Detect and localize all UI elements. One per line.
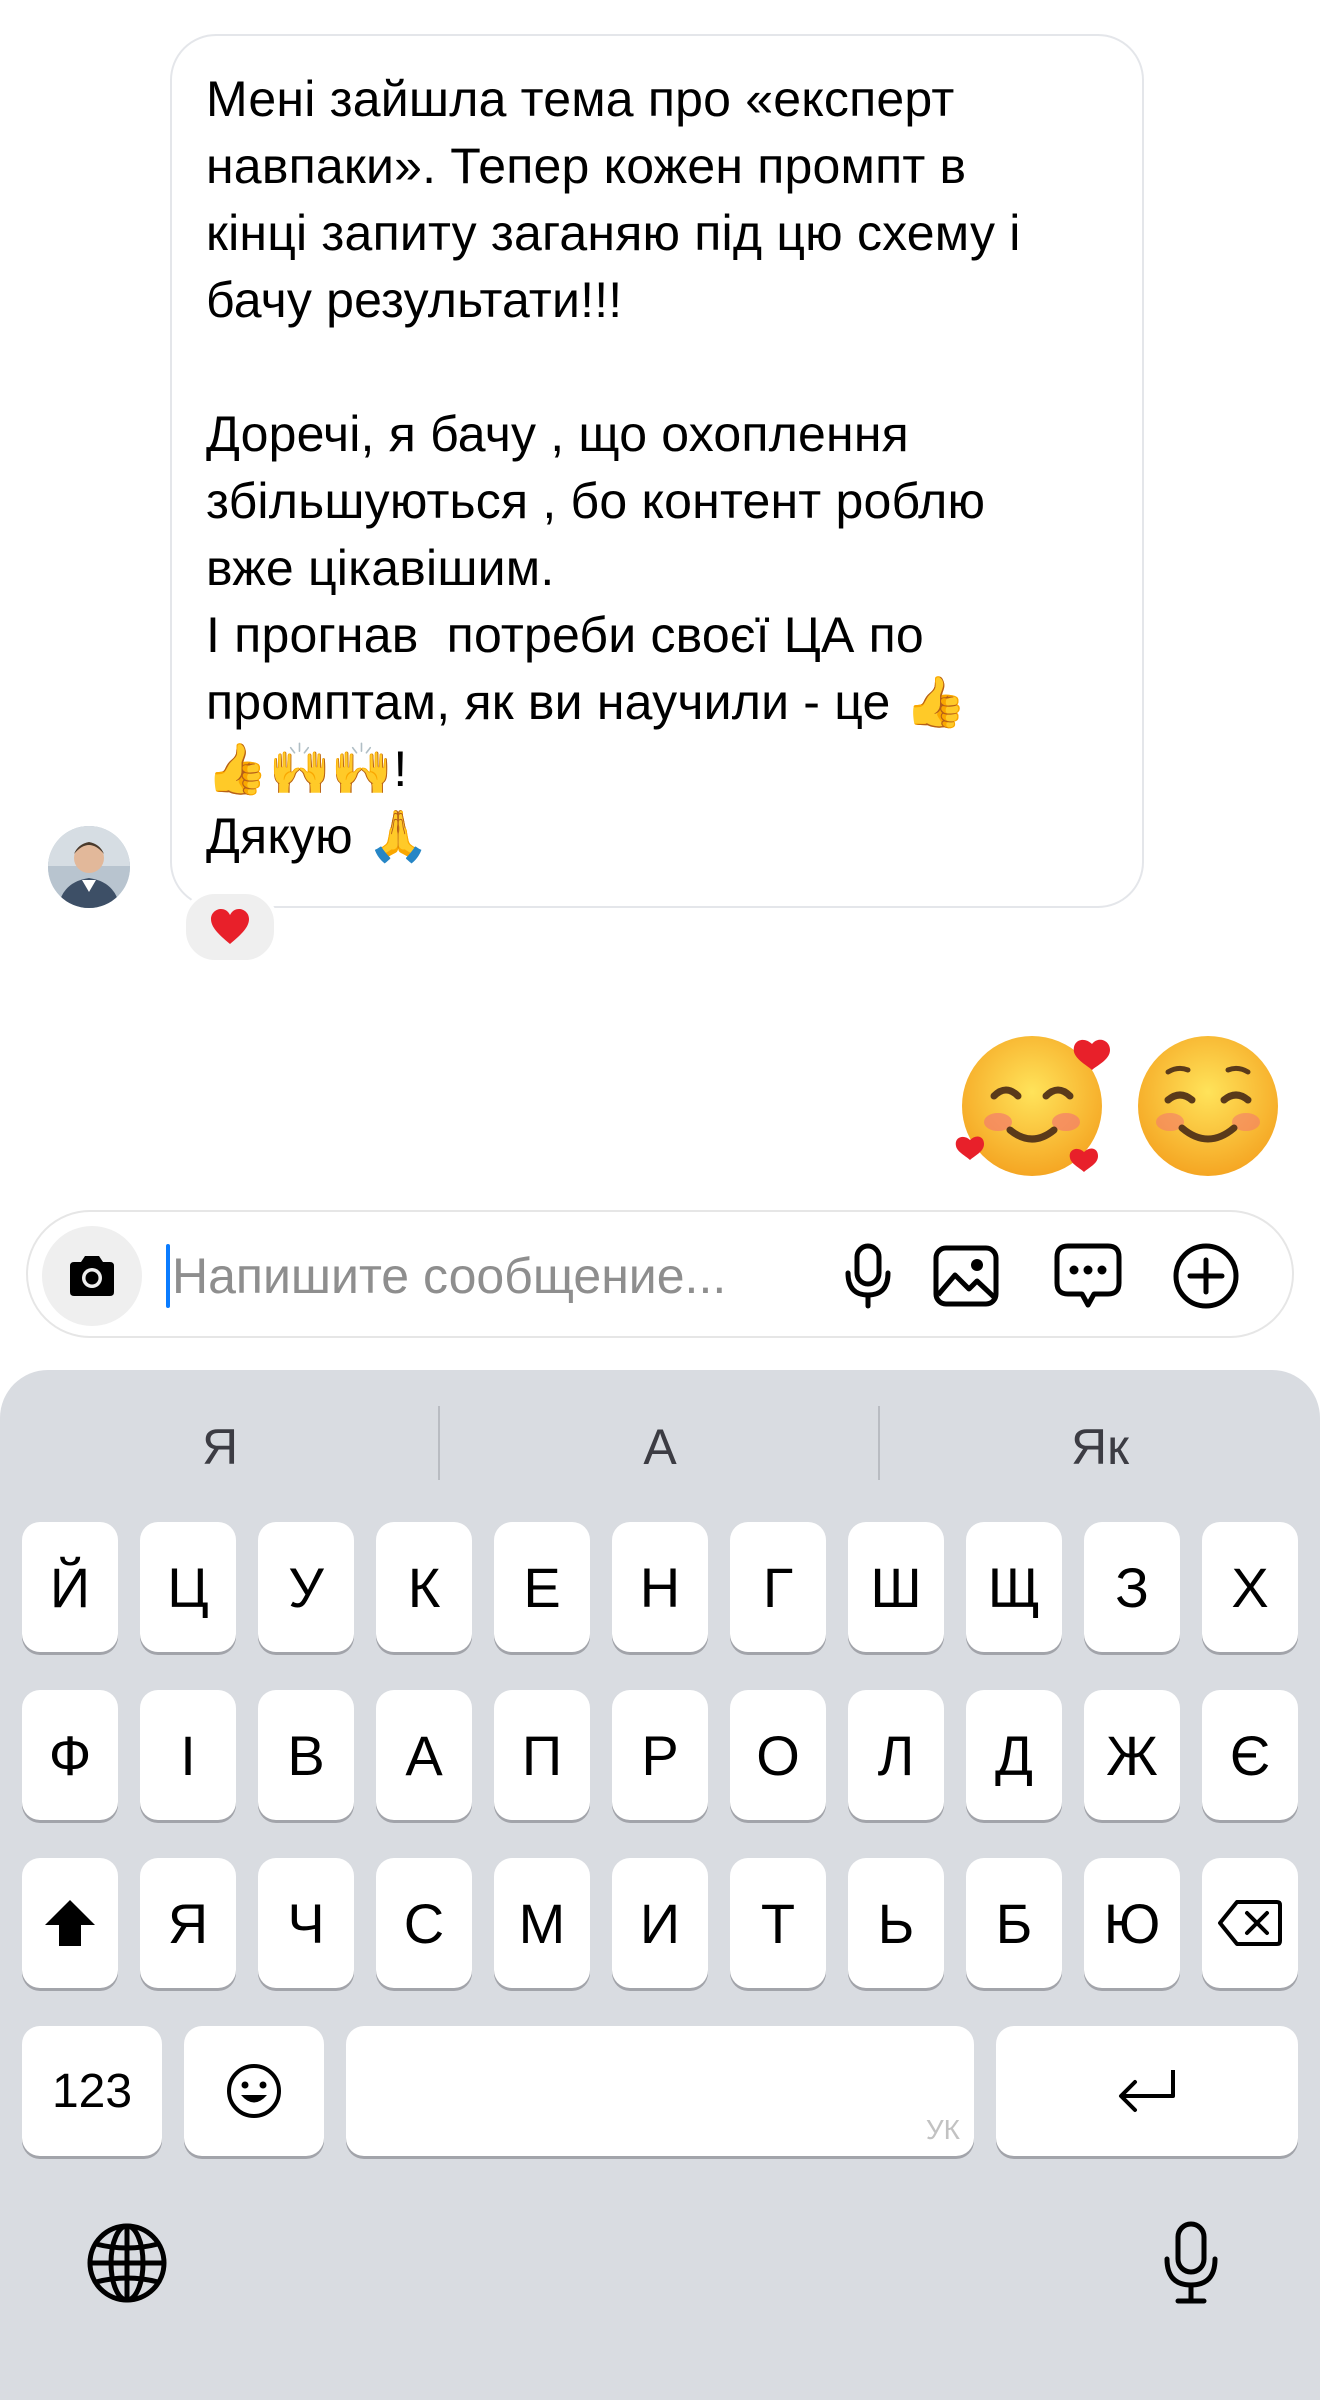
heart-reaction[interactable] bbox=[182, 890, 278, 964]
camera-icon bbox=[70, 1256, 114, 1296]
voice-message-button[interactable] bbox=[828, 1236, 908, 1316]
key[interactable]: Ш bbox=[848, 1522, 944, 1652]
dictation-button[interactable] bbox=[1146, 2218, 1236, 2308]
message-text: Мені зайшла тема про «експерт навпаки». … bbox=[206, 71, 1021, 864]
keyboard: Я А Як Й Ц У К Е Н Г Ш Щ З Х Ф І В А П Р… bbox=[0, 1370, 1320, 2400]
shift-key[interactable] bbox=[22, 1858, 118, 1988]
key[interactable]: Ю bbox=[1084, 1858, 1180, 1988]
key[interactable]: О bbox=[730, 1690, 826, 1820]
key[interactable]: И bbox=[612, 1858, 708, 1988]
keyboard-language-label: УК bbox=[925, 2114, 960, 2145]
backspace-key[interactable] bbox=[1202, 1858, 1298, 1988]
key[interactable]: Д bbox=[966, 1690, 1062, 1820]
text-cursor bbox=[166, 1244, 170, 1308]
gallery-icon bbox=[933, 1245, 999, 1307]
microphone-icon bbox=[1164, 2221, 1218, 2304]
smiling-face-with-hearts-emoji[interactable] bbox=[952, 1022, 1112, 1182]
backspace-icon bbox=[1218, 1900, 1282, 1946]
key[interactable]: Н bbox=[612, 1522, 708, 1652]
key[interactable]: Е bbox=[494, 1522, 590, 1652]
sender-avatar[interactable] bbox=[48, 826, 130, 908]
incoming-message-bubble[interactable]: Мені зайшла тема про «експерт навпаки». … bbox=[170, 34, 1144, 908]
return-icon bbox=[1119, 2070, 1175, 2112]
space-key[interactable]: УК bbox=[346, 2026, 974, 2156]
key[interactable]: І bbox=[140, 1690, 236, 1820]
emoji-key[interactable] bbox=[184, 2026, 324, 2156]
camera-button[interactable] bbox=[42, 1226, 142, 1326]
key[interactable]: У bbox=[258, 1522, 354, 1652]
key[interactable]: Р bbox=[612, 1690, 708, 1820]
sticker-icon bbox=[1054, 1243, 1122, 1308]
key[interactable]: А bbox=[376, 1690, 472, 1820]
message-composer: Напишите сообщение... bbox=[26, 1210, 1294, 1338]
key[interactable]: М bbox=[494, 1858, 590, 1988]
more-options-button[interactable] bbox=[1166, 1236, 1246, 1316]
gallery-button[interactable] bbox=[926, 1236, 1006, 1316]
globe-icon bbox=[87, 2223, 167, 2303]
suggestion-3[interactable]: Як bbox=[880, 1418, 1320, 1476]
key[interactable]: Х bbox=[1202, 1522, 1298, 1652]
key[interactable]: Ц bbox=[140, 1522, 236, 1652]
key[interactable]: Ь bbox=[848, 1858, 944, 1988]
numbers-key[interactable]: 123 bbox=[22, 2026, 162, 2156]
message-input[interactable]: Напишите сообщение... bbox=[172, 1246, 726, 1306]
key[interactable]: С bbox=[376, 1858, 472, 1988]
emoji-icon bbox=[227, 2064, 281, 2118]
key[interactable]: К bbox=[376, 1522, 472, 1652]
key[interactable]: Л bbox=[848, 1690, 944, 1820]
suggestion-1[interactable]: Я bbox=[0, 1418, 440, 1476]
smiling-face-emoji[interactable] bbox=[1128, 1022, 1288, 1182]
key[interactable]: З bbox=[1084, 1522, 1180, 1652]
key[interactable]: Г bbox=[730, 1522, 826, 1652]
key[interactable]: Щ bbox=[966, 1522, 1062, 1652]
heart-icon bbox=[211, 909, 249, 944]
key[interactable]: П bbox=[494, 1690, 590, 1820]
key[interactable]: Я bbox=[140, 1858, 236, 1988]
key[interactable]: Ж bbox=[1084, 1690, 1180, 1820]
key[interactable]: Ф bbox=[22, 1690, 118, 1820]
key[interactable]: Й bbox=[22, 1522, 118, 1652]
plus-icon bbox=[1173, 1243, 1239, 1309]
key[interactable]: Є bbox=[1202, 1690, 1298, 1820]
suggestion-2[interactable]: А bbox=[440, 1418, 880, 1476]
microphone-icon bbox=[845, 1243, 891, 1309]
key[interactable]: В bbox=[258, 1690, 354, 1820]
switch-keyboard-button[interactable] bbox=[82, 2218, 172, 2308]
key[interactable]: Т bbox=[730, 1858, 826, 1988]
sticker-button[interactable] bbox=[1048, 1236, 1128, 1316]
key[interactable]: Ч bbox=[258, 1858, 354, 1988]
return-key[interactable] bbox=[996, 2026, 1298, 2156]
shift-icon bbox=[45, 1900, 95, 1946]
key[interactable]: Б bbox=[966, 1858, 1062, 1988]
